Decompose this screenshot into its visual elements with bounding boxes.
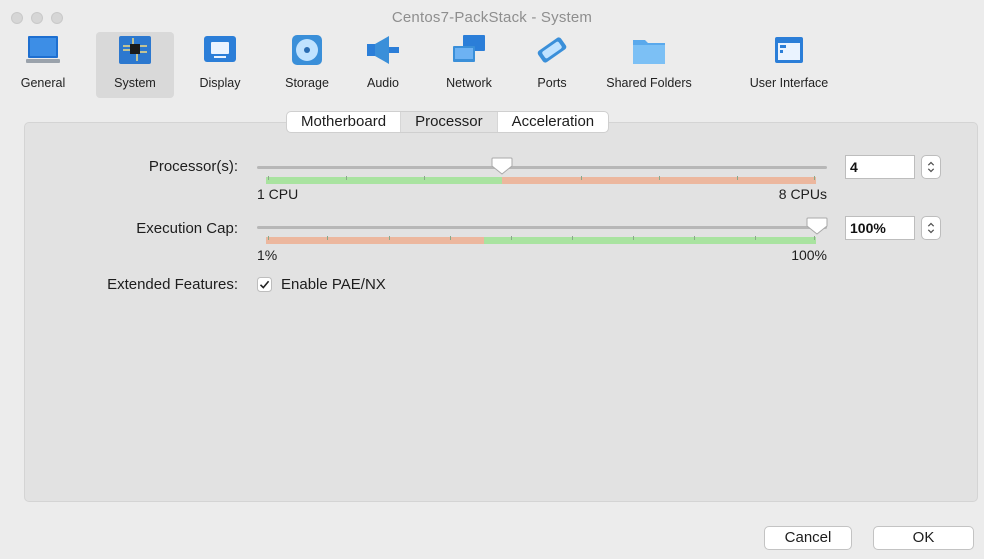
scale-tick xyxy=(268,236,269,240)
tab-acceleration[interactable]: Acceleration xyxy=(496,112,609,132)
cancel-button[interactable]: Cancel xyxy=(764,526,852,550)
toolbar-label: System xyxy=(114,76,156,90)
scale-tick xyxy=(633,236,634,240)
processor-stepper[interactable] xyxy=(921,155,941,179)
execution-cap-label: Execution Cap: xyxy=(136,220,238,237)
scale-tick xyxy=(694,236,695,240)
execution-cap-min-label: 1% xyxy=(257,247,278,263)
toolbar-label: Storage xyxy=(285,76,329,90)
toolbar-label: Audio xyxy=(367,76,399,90)
toolbar-network[interactable]: Network xyxy=(434,32,504,98)
scale-tick xyxy=(450,236,451,240)
ports-icon xyxy=(537,37,567,63)
toolbar-audio[interactable]: Audio xyxy=(358,32,408,98)
tab-motherboard[interactable]: Motherboard xyxy=(287,112,400,132)
toolbar-display[interactable]: Display xyxy=(190,32,250,98)
scale-tick xyxy=(581,176,582,180)
toolbar-label: Shared Folders xyxy=(606,76,692,90)
execution-cap-stepper[interactable] xyxy=(921,216,941,240)
user-interface-icon xyxy=(775,37,803,63)
window-title: Centos7-PackStack - System xyxy=(391,9,593,26)
processor-slider-thumb[interactable] xyxy=(491,157,513,175)
scale-tick xyxy=(424,176,425,180)
scale-tick xyxy=(572,236,573,240)
pae-nx-checkbox[interactable] xyxy=(257,277,272,292)
processor-max-label: 8 CPUs xyxy=(778,186,827,202)
scale-tick xyxy=(511,236,512,240)
title-bar: Centos7-PackStack - System xyxy=(0,0,984,32)
scale-tick xyxy=(814,236,815,240)
scale-tick xyxy=(659,176,660,180)
processor-min-label: 1 CPU xyxy=(257,186,299,202)
scale-tick xyxy=(814,176,815,180)
storage-icon xyxy=(292,35,322,65)
execution-cap-warning-range xyxy=(266,237,484,244)
toolbar-storage[interactable]: Storage xyxy=(272,32,342,98)
toolbar-label: User Interface xyxy=(749,76,829,90)
execution-cap-slider-thumb[interactable] xyxy=(806,217,828,235)
toolbar-label: General xyxy=(20,76,66,90)
execution-cap-input[interactable]: 100% xyxy=(845,216,915,240)
processor-slider-track[interactable] xyxy=(257,166,827,169)
scale-tick xyxy=(346,176,347,180)
system-icon xyxy=(119,36,151,64)
settings-window: Centos7-PackStack - System General Syste… xyxy=(0,0,984,559)
execution-cap-slider-track[interactable] xyxy=(257,226,827,229)
execution-cap-recommended-range xyxy=(484,237,816,244)
toolbar-label: Ports xyxy=(537,76,567,90)
settings-toolbar: General System Display Storage Audio Net… xyxy=(0,32,984,100)
scale-tick xyxy=(755,236,756,240)
audio-icon xyxy=(367,36,399,64)
scale-tick xyxy=(268,176,269,180)
tab-processor[interactable]: Processor xyxy=(400,112,497,132)
execution-cap-max-label: 100% xyxy=(791,247,827,263)
display-icon xyxy=(204,36,236,62)
toolbar-system[interactable]: System xyxy=(96,32,174,98)
toolbar-general[interactable]: General xyxy=(14,32,72,98)
toolbar-ports[interactable]: Ports xyxy=(524,32,580,98)
toolbar-label: Network xyxy=(446,76,492,90)
toolbar-user-interface[interactable]: User Interface xyxy=(736,32,842,98)
processor-count-input[interactable]: 4 xyxy=(845,155,915,179)
scale-tick xyxy=(389,236,390,240)
toolbar-shared-folders[interactable]: Shared Folders xyxy=(596,32,702,98)
ok-button[interactable]: OK xyxy=(873,526,974,550)
shared-folders-icon xyxy=(633,40,665,64)
processor-recommended-range xyxy=(266,177,502,184)
extended-features-label: Extended Features: xyxy=(107,276,238,293)
toolbar-label: Display xyxy=(199,76,241,90)
scale-tick xyxy=(327,236,328,240)
general-icon xyxy=(26,36,60,63)
network-icon xyxy=(453,35,485,62)
pae-nx-checkbox-label[interactable]: Enable PAE/NX xyxy=(281,276,386,293)
scale-tick xyxy=(737,176,738,180)
system-tabs: Motherboard Processor Acceleration xyxy=(286,111,610,133)
processor-label: Processor(s): xyxy=(148,158,238,175)
